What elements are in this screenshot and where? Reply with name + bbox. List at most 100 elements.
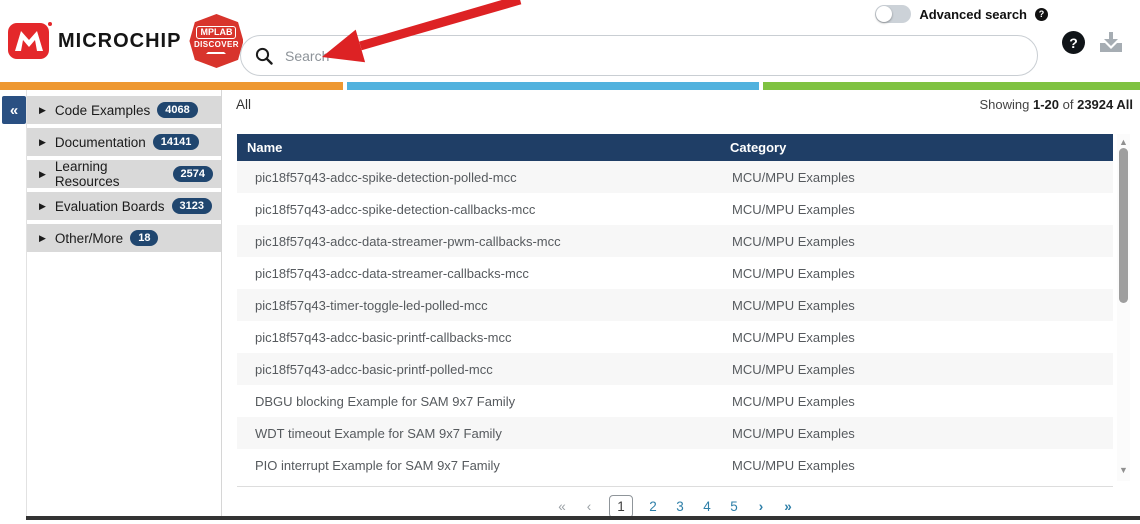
- expand-arrow-icon: ▶: [39, 105, 46, 116]
- sidebar-item-label: Learning Resources: [55, 159, 166, 189]
- showing-of: of: [1063, 97, 1074, 112]
- table-row[interactable]: pic18f57q43-adcc-spike-detection-polled-…: [237, 161, 1113, 193]
- results-summary: Showing 1-20 of 23924 All: [979, 97, 1133, 112]
- row-name: pic18f57q43-adcc-spike-detection-callbac…: [237, 202, 730, 217]
- microchip-logo-icon: [8, 21, 52, 61]
- pagination-current-page[interactable]: 1: [609, 495, 633, 518]
- scroll-down-icon[interactable]: ▼: [1117, 464, 1130, 476]
- row-category: MCU/MPU Examples: [730, 298, 1113, 313]
- table-row[interactable]: WDT timeout Example for SAM 9x7 Family M…: [237, 417, 1113, 449]
- pagination-first[interactable]: «: [555, 499, 569, 514]
- table-row[interactable]: pic18f57q43-adcc-basic-printf-callbacks-…: [237, 321, 1113, 353]
- info-icon[interactable]: ?: [1035, 8, 1048, 21]
- sidebar-item[interactable]: ▶ Other/More 18: [27, 224, 221, 252]
- brand-stripe: [0, 82, 1140, 90]
- search-icon: [255, 47, 273, 65]
- column-header-category[interactable]: Category: [730, 140, 1113, 155]
- brand-name: MICROCHIP: [58, 30, 181, 53]
- count-badge: 3123: [172, 198, 212, 214]
- sidebar: ▶ Code Examples 4068 ▶ Documentation 141…: [26, 90, 222, 517]
- pagination-last[interactable]: »: [781, 499, 795, 514]
- filter-label: All: [236, 97, 251, 112]
- sidebar-item-label: Other/More: [55, 231, 123, 246]
- table-row[interactable]: pic18f57q43-adcc-spike-detection-callbac…: [237, 193, 1113, 225]
- sidebar-item[interactable]: ▶ Code Examples 4068: [27, 96, 221, 124]
- table-body: pic18f57q43-adcc-spike-detection-polled-…: [237, 161, 1113, 481]
- table-row[interactable]: pic18f57q43-adcc-basic-printf-polled-mcc…: [237, 353, 1113, 385]
- table-header: Name Category: [237, 134, 1113, 161]
- showing-range: 1-20: [1033, 97, 1059, 112]
- pagination-page[interactable]: 5: [727, 499, 741, 514]
- mplab-discover-app: MICROCHIP MPLAB DISCOVER Advanced search…: [0, 0, 1140, 524]
- expand-arrow-icon: ▶: [39, 201, 46, 212]
- row-name: pic18f57q43-adcc-data-streamer-pwm-callb…: [237, 234, 730, 249]
- stripe-green: [763, 82, 1140, 90]
- table-row[interactable]: pic18f57q43-timer-toggle-led-polled-mcc …: [237, 289, 1113, 321]
- pagination-page[interactable]: 4: [700, 499, 714, 514]
- row-category: MCU/MPU Examples: [730, 170, 1113, 185]
- count-badge: 4068: [157, 102, 197, 118]
- sidebar-item-label: Code Examples: [55, 103, 150, 118]
- table-row[interactable]: DBGU blocking Example for SAM 9x7 Family…: [237, 385, 1113, 417]
- row-category: MCU/MPU Examples: [730, 330, 1113, 345]
- sidebar-item[interactable]: ▶ Documentation 14141: [27, 128, 221, 156]
- expand-arrow-icon: ▶: [39, 233, 46, 244]
- sidebar-item-label: Evaluation Boards: [55, 199, 165, 214]
- sidebar-item-label: Documentation: [55, 135, 146, 150]
- pagination-next[interactable]: ›: [754, 499, 768, 514]
- showing-prefix: Showing: [979, 97, 1029, 112]
- microchip-logo[interactable]: MICROCHIP MPLAB DISCOVER: [8, 12, 243, 70]
- stripe-blue: [347, 82, 759, 90]
- table-row[interactable]: pic18f57q43-adcc-data-streamer-pwm-callb…: [237, 225, 1113, 257]
- row-category: MCU/MPU Examples: [730, 426, 1113, 441]
- row-category: MCU/MPU Examples: [730, 394, 1113, 409]
- row-category: MCU/MPU Examples: [730, 234, 1113, 249]
- pagination-page[interactable]: 2: [646, 499, 660, 514]
- table-scrollbar[interactable]: ▲ ▼: [1117, 134, 1130, 481]
- row-name: pic18f57q43-adcc-data-streamer-callbacks…: [237, 266, 730, 281]
- count-badge: 18: [130, 230, 158, 246]
- row-category: MCU/MPU Examples: [730, 458, 1113, 473]
- showing-total: 23924 All: [1077, 97, 1133, 112]
- mplab-discover-badge: MPLAB DISCOVER: [189, 14, 243, 68]
- header: MICROCHIP MPLAB DISCOVER Advanced search…: [0, 0, 1140, 82]
- row-name: PIO interrupt Example for SAM 9x7 Family: [237, 458, 730, 473]
- search-input[interactable]: [283, 47, 1023, 65]
- bottom-border-bar: [26, 516, 1140, 520]
- help-button[interactable]: ?: [1062, 31, 1085, 54]
- count-badge: 14141: [153, 134, 200, 150]
- results-table: Name Category pic18f57q43-adcc-spike-det…: [237, 134, 1113, 481]
- pagination-pages: 2345: [646, 499, 741, 514]
- row-name: DBGU blocking Example for SAM 9x7 Family: [237, 394, 730, 409]
- sidebar-item[interactable]: ▶ Learning Resources 2574: [27, 160, 221, 188]
- pagination-prev[interactable]: ‹: [582, 499, 596, 514]
- row-category: MCU/MPU Examples: [730, 266, 1113, 281]
- pagination-divider: [237, 486, 1113, 487]
- search-bar[interactable]: [240, 35, 1038, 76]
- table-row[interactable]: pic18f57q43-adcc-data-streamer-callbacks…: [237, 257, 1113, 289]
- row-category: MCU/MPU Examples: [730, 202, 1113, 217]
- scroll-up-icon[interactable]: ▲: [1117, 136, 1130, 148]
- column-header-name[interactable]: Name: [237, 140, 730, 155]
- row-name: pic18f57q43-adcc-basic-printf-callbacks-…: [237, 330, 730, 345]
- row-name: pic18f57q43-timer-toggle-led-polled-mcc: [237, 298, 730, 313]
- row-name: pic18f57q43-adcc-spike-detection-polled-…: [237, 170, 730, 185]
- download-icon[interactable]: [1098, 31, 1124, 55]
- row-name: WDT timeout Example for SAM 9x7 Family: [237, 426, 730, 441]
- expand-arrow-icon: ▶: [39, 169, 46, 180]
- stripe-orange: [0, 82, 343, 90]
- pagination-page[interactable]: 3: [673, 499, 687, 514]
- toggle-knob: [876, 6, 892, 22]
- count-badge: 2574: [173, 166, 213, 182]
- table-row[interactable]: PIO interrupt Example for SAM 9x7 Family…: [237, 449, 1113, 481]
- sidebar-collapse-button[interactable]: «: [2, 96, 26, 124]
- advanced-search-toggle[interactable]: [875, 5, 911, 23]
- mplab-badge-text: MPLAB: [196, 26, 236, 39]
- scrollbar-thumb[interactable]: [1119, 148, 1128, 303]
- badge-chevron-icon: [206, 47, 226, 54]
- row-name: pic18f57q43-adcc-basic-printf-polled-mcc: [237, 362, 730, 377]
- sidebar-item[interactable]: ▶ Evaluation Boards 3123: [27, 192, 221, 220]
- advanced-search-control: Advanced search ?: [875, 4, 1048, 24]
- row-category: MCU/MPU Examples: [730, 362, 1113, 377]
- expand-arrow-icon: ▶: [39, 137, 46, 148]
